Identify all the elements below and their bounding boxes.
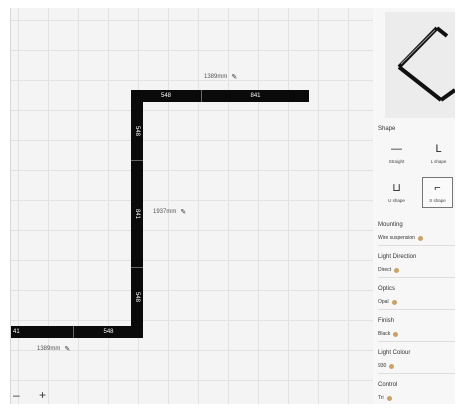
- divider: [378, 373, 455, 374]
- control-title: Control: [378, 382, 398, 388]
- mounting-title: Mounting: [378, 222, 403, 228]
- u-shape-icon: ⊔: [392, 182, 401, 194]
- finish-title: Finish: [378, 318, 395, 324]
- mounting-value: Wire suspension: [378, 235, 415, 241]
- segment-bottom-right[interactable]: 548: [74, 326, 143, 338]
- zoom-out-button[interactable]: –: [13, 388, 20, 402]
- divider: [378, 309, 455, 310]
- divider: [378, 277, 455, 278]
- edit-pencil-icon[interactable]: ✎: [231, 73, 237, 81]
- optics-select[interactable]: Opal: [378, 299, 397, 305]
- light-direction-value: Direct: [378, 267, 392, 273]
- light-direction-title: Light Direction: [378, 254, 417, 260]
- zoom-in-button[interactable]: +: [39, 388, 46, 402]
- configurator-window: 548 841 548 841 548 41 548 1389mm ✎ 1937…: [10, 8, 455, 404]
- dimension-label-top[interactable]: 1389mm ✎: [204, 73, 237, 81]
- finish-value: Black: [378, 331, 391, 337]
- segment-vertical-bottom[interactable]: 548: [131, 268, 143, 326]
- info-dot-icon[interactable]: [393, 331, 399, 337]
- edit-pencil-icon[interactable]: ✎: [180, 208, 186, 216]
- shape-option-u[interactable]: ⊔ U shape: [381, 177, 412, 208]
- dimension-value: 1389mm: [37, 346, 61, 352]
- shape-option-label: L shape: [430, 159, 447, 164]
- shape-option-label: S shape: [429, 198, 446, 203]
- info-dot-icon[interactable]: [394, 267, 400, 273]
- design-canvas[interactable]: 548 841 548 841 548 41 548 1389mm ✎ 1937…: [11, 8, 373, 404]
- dimension-value: 1937mm: [153, 209, 177, 215]
- segment-top-right[interactable]: 841: [202, 90, 309, 102]
- info-dot-icon[interactable]: [389, 363, 395, 369]
- mounting-select[interactable]: Wire suspension: [378, 235, 423, 241]
- shape-option-s[interactable]: ⌐ S shape: [422, 177, 453, 208]
- optics-value: Opal: [378, 299, 389, 305]
- segment-length-label: 548: [160, 93, 171, 99]
- segment-length-label: 548: [133, 291, 140, 303]
- control-select[interactable]: Tri: [378, 395, 392, 401]
- light-colour-select[interactable]: 930: [378, 363, 395, 369]
- shape-option-l[interactable]: L L shape: [423, 138, 454, 169]
- control-value: Tri: [378, 395, 384, 401]
- straight-shape-icon: —: [391, 143, 402, 155]
- segment-vertical-mid[interactable]: 841: [131, 161, 143, 267]
- info-dot-icon[interactable]: [417, 235, 423, 241]
- product-preview-image: [385, 12, 455, 118]
- dimension-value: 1389mm: [204, 74, 228, 80]
- l-shape-icon: L: [435, 143, 442, 155]
- shape-option-straight[interactable]: — Straight: [381, 138, 412, 169]
- segment-top-left[interactable]: 548: [131, 90, 201, 102]
- info-dot-icon[interactable]: [391, 299, 397, 305]
- light-colour-value: 930: [378, 363, 387, 369]
- optics-title: Optics: [378, 286, 396, 292]
- divider: [378, 245, 455, 246]
- segment-vertical-top[interactable]: 548: [131, 102, 143, 160]
- segment-length-label: 548: [103, 329, 114, 335]
- divider: [378, 341, 455, 342]
- s-shape-icon: ⌐: [434, 182, 441, 194]
- segment-bottom-left[interactable]: 41: [11, 326, 73, 338]
- dimension-label-middle[interactable]: 1937mm ✎: [153, 208, 186, 216]
- shape-option-label: U shape: [388, 198, 405, 203]
- segment-length-label: 548: [133, 125, 140, 137]
- segment-length-label: 841: [250, 93, 261, 99]
- segment-length-label: 841: [133, 208, 140, 220]
- light-direction-select[interactable]: Direct: [378, 267, 400, 273]
- segment-length-label: 41: [13, 329, 20, 335]
- info-dot-icon[interactable]: [386, 395, 392, 401]
- light-colour-title: Light Colour: [378, 350, 411, 356]
- options-panel: Shape — Straight L L shape ⊔ U shape ⌐ S…: [373, 8, 455, 404]
- dimension-label-bottom[interactable]: 1389mm ✎: [37, 345, 70, 353]
- shape-option-label: Straight: [388, 159, 405, 164]
- edit-pencil-icon[interactable]: ✎: [64, 345, 70, 353]
- finish-select[interactable]: Black: [378, 331, 399, 337]
- shape-section-title: Shape: [378, 126, 396, 132]
